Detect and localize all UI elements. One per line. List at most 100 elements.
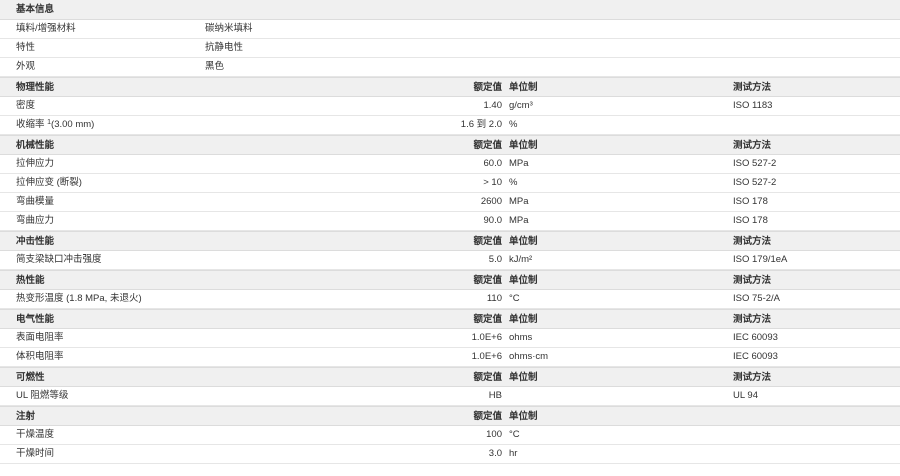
table-row: 简支梁缺口冲击强度 5.0 kJ/m² ISO 179/1eA xyxy=(0,251,900,270)
unit-value: g/cm³ xyxy=(509,100,533,111)
section-header-basic: 基本信息 xyxy=(0,0,900,20)
section-header: 电气性能 额定值 单位制 测试方法 xyxy=(0,309,900,329)
property-name: 干燥温度 xyxy=(16,426,54,444)
nominal-value: 60.0 xyxy=(483,158,503,169)
property-name: 简支梁缺口冲击强度 xyxy=(16,251,102,269)
section-header: 物理性能 额定值 单位制 测试方法 xyxy=(0,77,900,97)
property-name: 拉伸应力 xyxy=(16,155,54,173)
nominal-value: 1.0E+6 xyxy=(471,332,502,343)
unit-value: hr xyxy=(509,448,518,459)
nominal-value: 1.0E+6 xyxy=(471,351,502,362)
table-row: 收缩率 1(3.00 mm) 1.6 到 2.0% xyxy=(0,116,900,135)
property-name: 弯曲模量 xyxy=(16,193,54,211)
property-name: 密度 xyxy=(16,97,35,115)
section-header: 机械性能 额定值 单位制 测试方法 xyxy=(0,135,900,155)
nominal-value: 5.0 xyxy=(488,254,502,265)
unit-value: ohms xyxy=(509,332,533,343)
unit-value: MPa xyxy=(509,215,529,226)
test-method: IEC 60093 xyxy=(733,332,778,343)
column-header-unit: 单位制 xyxy=(509,314,538,325)
property-value: 黑色 xyxy=(205,61,225,72)
property-name-text: 拉伸应变 (断裂) xyxy=(16,177,82,188)
property-sections: 物理性能 额定值 单位制 测试方法 密度 1.40 g/cm³ ISO 1183 收缩率 1(3… xyxy=(0,77,900,464)
table-row: 密度 1.40 g/cm³ ISO 1183 xyxy=(0,97,900,116)
property-name-text: 热变形温度 (1.8 MPa, 未退火) xyxy=(16,293,142,304)
column-header-nominal: 额定值 xyxy=(473,82,502,93)
section-header: 可燃性 额定值 单位制 测试方法 xyxy=(0,367,900,387)
property-name-text: 弯曲模量 xyxy=(16,196,55,207)
nominal-value: > 10 xyxy=(483,177,502,188)
table-row: 特性 抗静电性 xyxy=(0,39,900,58)
property-name: 弯曲应力 xyxy=(16,212,54,230)
test-method: ISO 527-2 xyxy=(733,158,777,169)
unit-value: MPa xyxy=(509,158,529,169)
property-label: 填料/增强材料 xyxy=(16,23,76,34)
column-header-unit: 单位制 xyxy=(509,411,538,422)
section-header: 注射 额定值 单位制 xyxy=(0,406,900,426)
column-header-nominal: 额定值 xyxy=(473,275,502,286)
unit-value: °C xyxy=(509,429,520,440)
property-name-text: 表面电阻率 xyxy=(16,332,64,343)
test-method: ISO 179/1eA xyxy=(733,254,788,265)
column-header-test: 测试方法 xyxy=(733,82,772,93)
property-name: UL 阻燃等级 xyxy=(16,387,68,405)
column-header-test: 测试方法 xyxy=(733,314,772,325)
unit-value: % xyxy=(509,119,518,130)
unit-value: ohms·cm xyxy=(509,351,549,362)
property-name-text: 密度 xyxy=(16,100,36,111)
property-name: 收缩率 1(3.00 mm) xyxy=(16,116,94,134)
column-header-unit: 单位制 xyxy=(509,140,538,151)
column-header-nominal: 额定值 xyxy=(473,140,502,151)
property-name: 拉伸应变 (断裂) xyxy=(16,174,82,192)
section-title: 机械性能 xyxy=(16,140,55,151)
column-header-test: 测试方法 xyxy=(733,236,772,247)
section-title: 冲击性能 xyxy=(16,236,55,247)
table-row: 弯曲应力 90.0 MPa ISO 178 xyxy=(0,212,900,231)
column-header-test: 测试方法 xyxy=(733,140,772,151)
section-title: 热性能 xyxy=(16,275,45,286)
property-name-text: 干燥时间 xyxy=(16,448,55,459)
unit-value: % xyxy=(509,177,518,188)
property-name-text: 干燥温度 xyxy=(16,429,55,440)
property-label: 特性 xyxy=(16,42,36,53)
nominal-value: 100 xyxy=(486,429,502,440)
property-name: 干燥时间 xyxy=(16,445,54,463)
unit-value: °C xyxy=(509,293,520,304)
property-label: 外观 xyxy=(16,61,36,72)
test-method: ISO 75-2/A xyxy=(733,293,780,304)
section-title: 基本信息 xyxy=(16,4,55,15)
column-header-unit: 单位制 xyxy=(509,236,538,247)
footnote-marker: 1 xyxy=(47,119,52,126)
section-title: 电气性能 xyxy=(16,314,55,325)
nominal-value: 1.6 到 2.0 xyxy=(460,119,502,130)
property-name: 热变形温度 (1.8 MPa, 未退火) xyxy=(16,290,142,308)
property-value: 碳纳米填料 xyxy=(205,23,253,34)
property-name-text: 收缩率 xyxy=(16,119,48,130)
section-title: 可燃性 xyxy=(16,372,45,383)
section-title: 物理性能 xyxy=(16,82,55,93)
test-method: ISO 527-2 xyxy=(733,177,777,188)
nominal-value: 90.0 xyxy=(483,215,503,226)
nominal-value: 2600 xyxy=(480,196,502,207)
column-header-unit: 单位制 xyxy=(509,275,538,286)
table-row: 干燥温度 100 °C xyxy=(0,426,900,445)
nominal-value: 1.40 xyxy=(483,100,503,111)
datasheet-table: 基本信息 填料/增强材料 碳纳米填料 特性 抗静电性 外观 黑色 物理性能 额定值… xyxy=(0,0,900,464)
column-header-nominal: 额定值 xyxy=(473,314,502,325)
table-row: 填料/增强材料 碳纳米填料 xyxy=(0,20,900,39)
property-name-text: 拉伸应力 xyxy=(16,158,55,169)
nominal-value: 110 xyxy=(486,293,502,304)
property-name-suffix: (3.00 mm) xyxy=(51,119,95,130)
column-header-test: 测试方法 xyxy=(733,372,772,383)
nominal-value: 3.0 xyxy=(488,448,502,459)
table-row: 表面电阻率 1.0E+6 ohms IEC 60093 xyxy=(0,329,900,348)
table-row: UL 阻燃等级 HB UL 94 xyxy=(0,387,900,406)
column-header-nominal: 额定值 xyxy=(473,372,502,383)
property-name-text: 弯曲应力 xyxy=(16,215,55,226)
column-header-unit: 单位制 xyxy=(509,372,538,383)
column-header-nominal: 额定值 xyxy=(473,411,502,422)
property-value: 抗静电性 xyxy=(205,42,244,53)
section-title: 注射 xyxy=(16,411,36,422)
column-header-nominal: 额定值 xyxy=(473,236,502,247)
table-row: 干燥时间 3.0 hr xyxy=(0,445,900,464)
